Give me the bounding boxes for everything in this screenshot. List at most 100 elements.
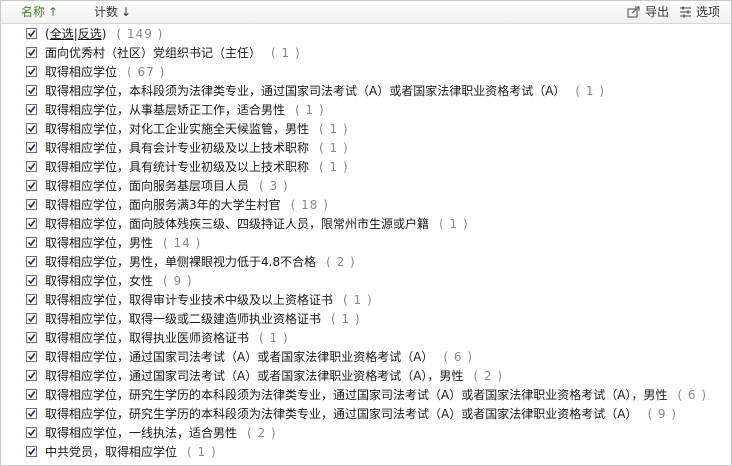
list-item[interactable]: 取得相应学位，男性，单侧裸眼视力低于4.8不合格 ( 2 )	[1, 253, 731, 272]
item-label: 取得相应学位，从事基层矫正工作，适合男性	[45, 103, 286, 117]
select-all-checkbox[interactable]	[26, 28, 37, 39]
item-checkbox[interactable]	[26, 294, 37, 305]
checkmark-icon	[27, 353, 36, 361]
item-checkbox[interactable]	[26, 47, 37, 58]
list-item[interactable]: 取得相应学位 ( 67 )	[1, 63, 731, 82]
item-label: 取得相应学位，通过国家司法考试（A）或者国家法律职业资格考试（A），男性	[45, 369, 464, 383]
select-all-row: (全选|反选)( 149 )	[1, 25, 731, 44]
list-item[interactable]: 取得相应学位，具有统计专业初级及以上技术职称 ( 1 )	[1, 158, 731, 177]
item-label: 取得相应学位，取得审计专业技术中级及以上资格证书	[45, 293, 334, 307]
list-item[interactable]: 取得相应学位，从事基层矫正工作，适合男性 ( 1 )	[1, 101, 731, 120]
checkmark-icon	[27, 315, 36, 323]
item-count: ( 1 )	[271, 46, 301, 60]
item-checkbox[interactable]	[26, 161, 37, 172]
list-item[interactable]: 取得相应学位，面向肢体残疾三级、四级持证人员，限常州市生源或户籍 ( 1 )	[1, 215, 731, 234]
list-item[interactable]: 取得相应学位，取得一级或二级建造师执业资格证书 ( 1 )	[1, 310, 731, 329]
item-count: ( 1 )	[319, 141, 349, 155]
item-label: 取得相应学位，对化工企业实施全天候监管，男性	[45, 122, 310, 136]
select-all-link[interactable]: 全选	[50, 27, 74, 41]
item-checkbox[interactable]	[26, 85, 37, 96]
item-checkbox[interactable]	[26, 351, 37, 362]
list-item[interactable]: 面向优秀村（社区）党组织书记（主任） ( 1 )	[1, 44, 731, 63]
item-count: ( 3 )	[259, 179, 289, 193]
item-count: ( 67 )	[127, 65, 166, 79]
list-item[interactable]: 取得相应学位，面向服务满3年的大学生村官 ( 18 )	[1, 196, 731, 215]
list-item[interactable]: 取得相应学位，取得审计专业技术中级及以上资格证书 ( 1 )	[1, 291, 731, 310]
checkmark-icon	[27, 258, 36, 266]
item-label: 取得相应学位，具有会计专业初级及以上技术职称	[45, 141, 310, 155]
item-checkbox[interactable]	[26, 104, 37, 115]
item-checkbox[interactable]	[26, 180, 37, 191]
sort-count-label: 计数	[94, 5, 119, 19]
list-item[interactable]: 取得相应学位，取得执业医师资格证书 ( 1 )	[1, 329, 731, 348]
export-icon	[627, 6, 640, 18]
item-label: 取得相应学位，本科段须为法律类专业，通过国家司法考试（A）或者国家法律职业资格考…	[45, 84, 566, 98]
export-label: 导出	[645, 5, 670, 19]
list-item[interactable]: 取得相应学位，男性 ( 14 )	[1, 234, 731, 253]
item-count: ( 6 )	[443, 350, 474, 364]
item-count: ( 6 )	[677, 388, 708, 402]
checkmark-icon	[27, 30, 36, 38]
item-checkbox[interactable]	[26, 275, 37, 286]
checkmark-icon	[27, 277, 36, 285]
item-checkbox[interactable]	[26, 370, 37, 381]
item-count: ( 1 )	[295, 103, 325, 117]
list-item[interactable]: 取得相应学位，一线执法，适合男性 ( 2 )	[1, 424, 731, 443]
item-checkbox[interactable]	[26, 256, 37, 267]
options-button[interactable]: 选项	[679, 4, 720, 20]
item-label: 取得相应学位，研究生学历的本科段须为法律类专业，通过国家司法考试（A）或者国家法…	[45, 407, 638, 421]
item-checkbox[interactable]	[26, 66, 37, 77]
item-count: ( 1 )	[319, 160, 349, 174]
list-item[interactable]: 取得相应学位，女性 ( 9 )	[1, 272, 731, 291]
list-item[interactable]: 取得相应学位，面向服务基层项目人员 ( 3 )	[1, 177, 731, 196]
item-count: ( 1 )	[575, 84, 606, 98]
item-checkbox[interactable]	[26, 218, 37, 229]
item-count: ( 2 )	[247, 426, 277, 440]
item-checkbox[interactable]	[26, 332, 37, 343]
checkmark-icon	[27, 220, 36, 228]
list-item[interactable]: 取得相应学位，具有会计专业初级及以上技术职称 ( 1 )	[1, 139, 731, 158]
list-item[interactable]: 取得相应学位，对化工企业实施全天候监管，男性 ( 1 )	[1, 120, 731, 139]
filter-list: (全选|反选)( 149 ) 面向优秀村（社区）党组织书记（主任）( 1 ) 取得…	[1, 25, 731, 462]
checkmark-icon	[27, 144, 36, 152]
item-checkbox[interactable]	[26, 237, 37, 248]
list-item[interactable]: 取得相应学位，研究生学历的本科段须为法律类专业，通过国家司法考试（A）或者国家法…	[1, 405, 731, 424]
item-checkbox[interactable]	[26, 313, 37, 324]
item-checkbox[interactable]	[26, 389, 37, 400]
checkmark-icon	[27, 201, 36, 209]
item-label: 取得相应学位	[45, 65, 118, 79]
item-label: 取得相应学位，通过国家司法考试（A）或者国家法律职业资格考试（A）	[45, 350, 434, 364]
item-count: ( 1 )	[343, 293, 373, 307]
toolbar: 名称 ↑ 计数 ↓ 导出 选项	[1, 1, 731, 24]
item-count: ( 9 )	[163, 274, 193, 288]
checkmark-icon	[27, 163, 36, 171]
item-label: 取得相应学位，面向服务满3年的大学生村官	[45, 198, 281, 212]
sort-by-count-button[interactable]: 计数 ↓	[94, 4, 131, 20]
options-label: 选项	[696, 5, 721, 19]
item-count: ( 1 )	[187, 445, 217, 459]
item-checkbox[interactable]	[26, 427, 37, 438]
list-item[interactable]: 中共党员，取得相应学位 ( 1 )	[1, 443, 731, 462]
item-checkbox[interactable]	[26, 408, 37, 419]
checkmark-icon	[27, 372, 36, 380]
item-label: 中共党员，取得相应学位	[45, 445, 178, 459]
total-count: ( 149 )	[116, 27, 164, 41]
export-button[interactable]: 导出	[627, 4, 669, 20]
checkmark-icon	[27, 106, 36, 114]
list-item[interactable]: 取得相应学位，研究生学历的本科段须为法律类专业，通过国家司法考试（A）或者国家法…	[1, 386, 731, 405]
item-checkbox[interactable]	[26, 446, 37, 457]
list-item[interactable]: 取得相应学位，本科段须为法律类专业，通过国家司法考试（A）或者国家法律职业资格考…	[1, 82, 731, 101]
list-item[interactable]: 取得相应学位，通过国家司法考试（A）或者国家法律职业资格考试（A） ( 6 )	[1, 348, 731, 367]
sort-by-name-button[interactable]: 名称 ↑	[21, 4, 58, 20]
item-count: ( 1 )	[319, 122, 349, 136]
checkmark-icon	[27, 391, 36, 399]
invert-selection-link[interactable]: 反选	[78, 27, 102, 41]
checkmark-icon	[27, 239, 36, 247]
item-checkbox[interactable]	[26, 123, 37, 134]
arrow-down-icon: ↓	[121, 5, 132, 19]
item-checkbox[interactable]	[26, 142, 37, 153]
list-item[interactable]: 取得相应学位，通过国家司法考试（A）或者国家法律职业资格考试（A），男性 ( 2 …	[1, 367, 731, 386]
filter-panel: 名称 ↑ 计数 ↓ 导出 选项 (全选|反选)( 149 ) 面向优秀村（社区）…	[0, 0, 732, 466]
item-checkbox[interactable]	[26, 199, 37, 210]
item-count: ( 9 )	[647, 407, 678, 421]
